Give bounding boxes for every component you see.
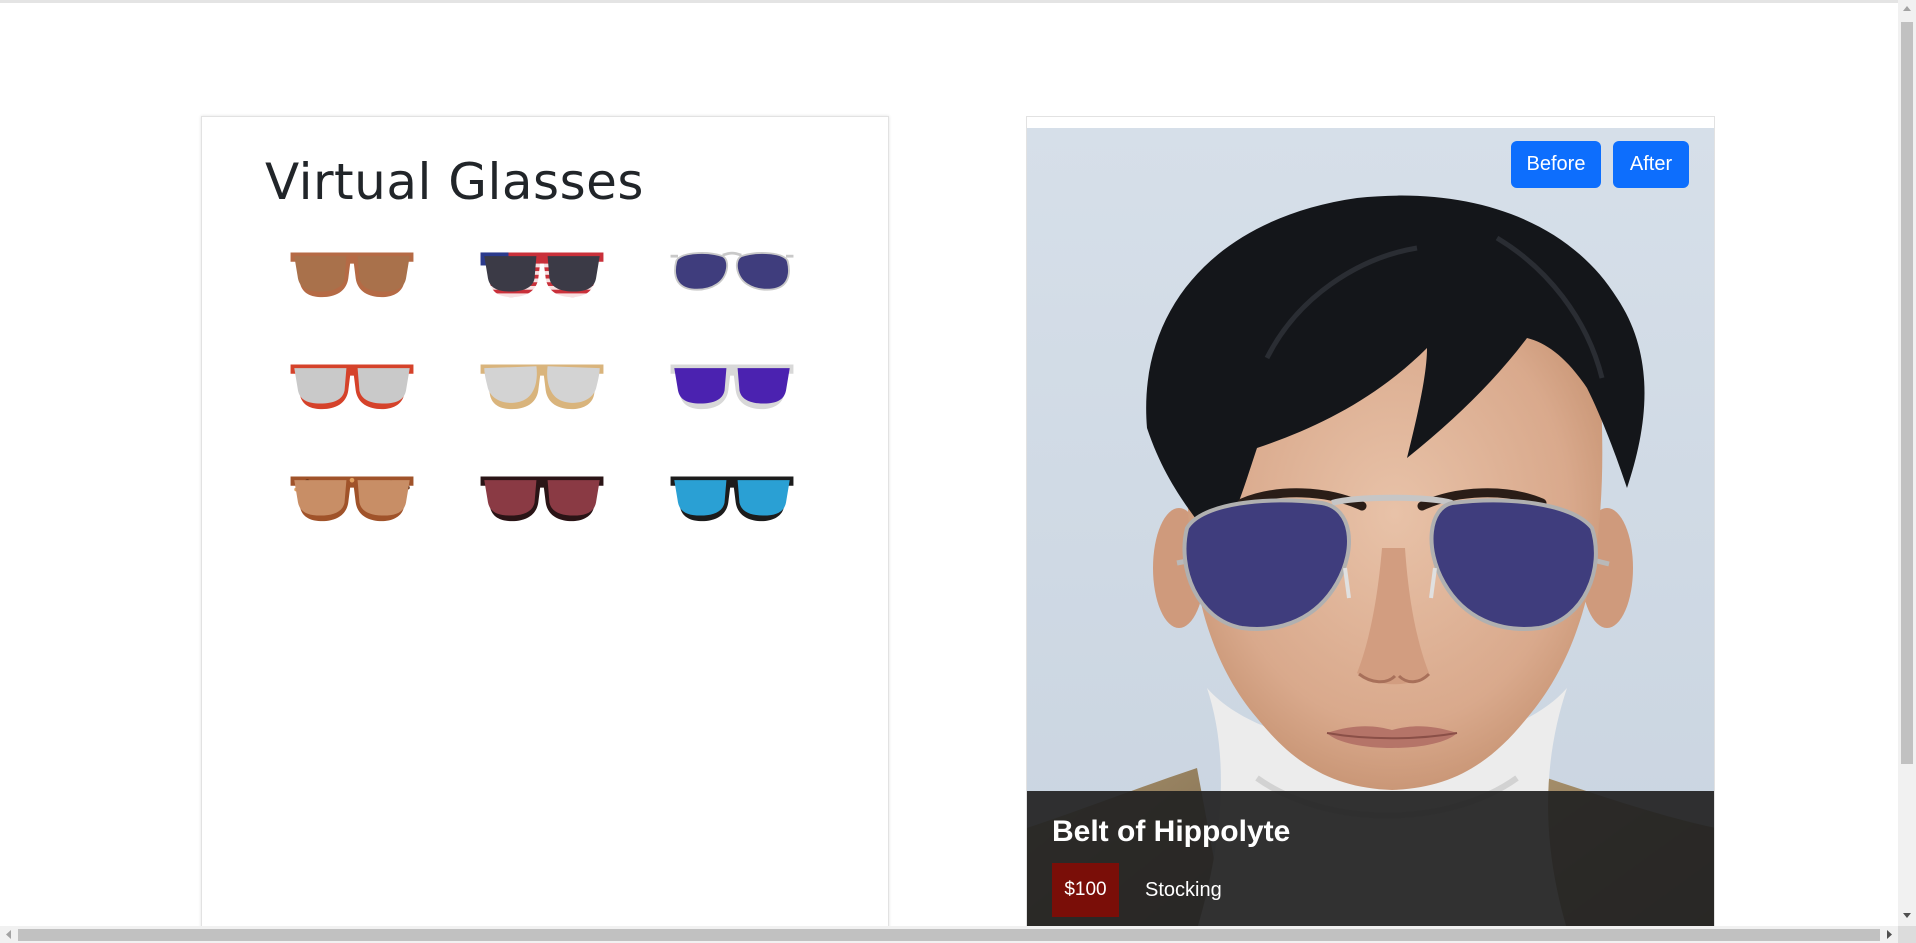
price-badge: $100 — [1052, 863, 1119, 917]
catalog-title: Virtual Glasses — [265, 153, 644, 211]
glasses-option[interactable] — [474, 469, 610, 523]
stock-status: Stocking — [1145, 879, 1222, 901]
glasses-option[interactable] — [284, 245, 420, 299]
horizontal-scroll-thumb[interactable] — [18, 929, 1880, 941]
window-top-border — [0, 0, 1898, 3]
product-name: Belt of Hippolyte — [1052, 815, 1291, 848]
glasses-option[interactable] — [474, 245, 610, 299]
after-button[interactable]: After — [1613, 141, 1689, 188]
glasses-option[interactable] — [664, 245, 800, 299]
glasses-grid — [284, 245, 854, 545]
glasses-option[interactable] — [284, 469, 420, 523]
glasses-option[interactable] — [664, 357, 800, 411]
glasses-option[interactable] — [664, 469, 800, 523]
scroll-up-arrow-icon[interactable] — [1898, 0, 1916, 18]
glasses-option[interactable] — [474, 357, 610, 411]
scroll-down-arrow-icon[interactable] — [1898, 906, 1916, 924]
vertical-scroll-thumb[interactable] — [1901, 22, 1913, 764]
scroll-left-arrow-icon[interactable] — [0, 926, 17, 943]
glasses-option[interactable] — [284, 357, 420, 411]
product-info-overlay: Belt of Hippolyte $100 Stocking — [1027, 791, 1714, 928]
before-button[interactable]: Before — [1511, 141, 1601, 188]
scroll-right-arrow-icon[interactable] — [1881, 926, 1898, 943]
glasses-catalog-card: Virtual Glasses — [201, 116, 889, 928]
scrollbar-corner — [1898, 926, 1916, 943]
